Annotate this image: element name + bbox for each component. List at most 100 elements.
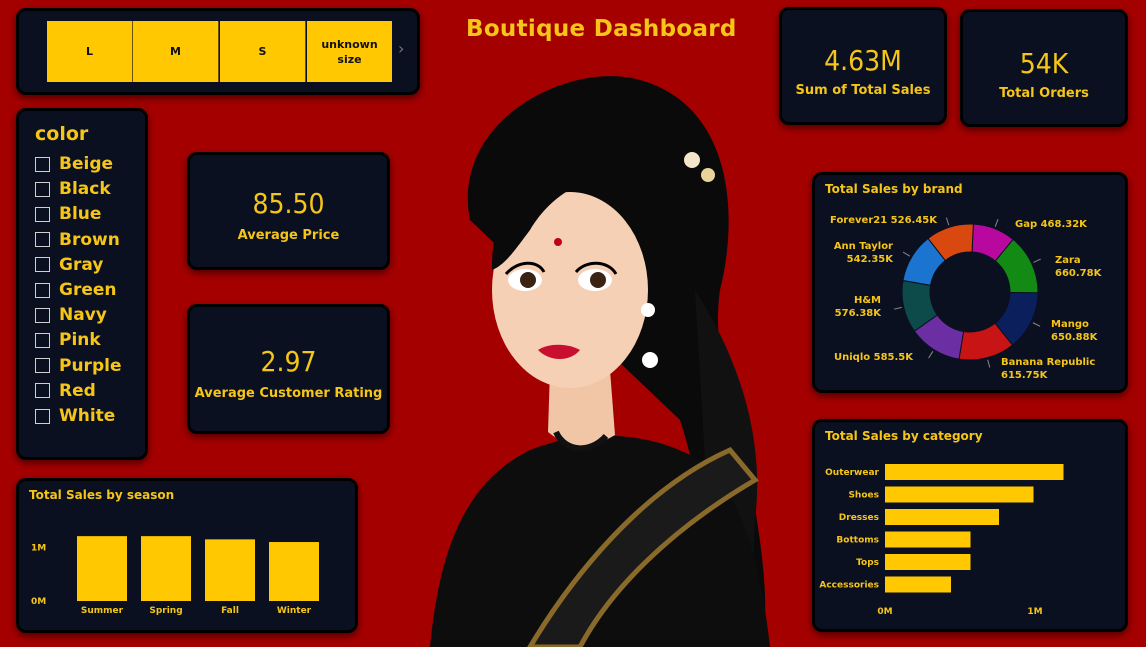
- color-option-label: Brown: [59, 229, 120, 250]
- kpi-label: Sum of Total Sales: [795, 83, 931, 98]
- checkbox-icon[interactable]: [35, 181, 50, 197]
- category-label: Tops: [856, 558, 879, 568]
- size-option-l[interactable]: L: [47, 21, 133, 82]
- category-label: Outerwear: [825, 468, 879, 478]
- y-tick-label: 1M: [31, 543, 46, 553]
- bar-summer[interactable]: [77, 536, 127, 601]
- donut-label: H&M 576.38K: [835, 295, 883, 319]
- color-slicer-heading: color: [35, 123, 89, 145]
- color-option-label: White: [59, 406, 116, 426]
- x-tick-label: 1M: [1027, 607, 1042, 617]
- chart-sales-by-category: Total Sales by category Outerwear Shoes Dr…: [812, 419, 1128, 632]
- donut-label: Zara 660.78K: [1055, 255, 1103, 279]
- kpi-total-orders: 54K Total Orders: [960, 9, 1128, 127]
- color-option-label: Gray: [59, 254, 104, 275]
- color-option-white[interactable]: White: [35, 405, 115, 427]
- donut-label: Mango 650.88K: [1051, 319, 1099, 343]
- chevron-right-icon[interactable]: ›: [398, 39, 404, 58]
- bar-tops[interactable]: [885, 554, 971, 570]
- donut-label: Banana Republic 615.75K: [1001, 357, 1095, 381]
- checkbox-icon[interactable]: [35, 358, 50, 374]
- donut-chart: Gap 468.32K Zara 660.78K Mango 650.88K Banana…: [830, 215, 1103, 381]
- kpi-average-rating: 2.97 Average Customer Rating: [187, 304, 390, 434]
- checkbox-icon[interactable]: [35, 383, 50, 399]
- leader-line: [902, 251, 911, 257]
- leader-line: [987, 359, 991, 368]
- color-option-navy[interactable]: Navy: [35, 304, 107, 326]
- bar-dresses[interactable]: [885, 509, 999, 525]
- leader-line: [1033, 258, 1041, 263]
- leader-line: [994, 219, 999, 227]
- category-label: Shoes: [848, 491, 879, 501]
- checkbox-icon[interactable]: [35, 307, 50, 323]
- bar-spring[interactable]: [141, 536, 191, 601]
- color-option-label: Pink: [59, 330, 101, 351]
- donut-label: Uniqlo 585.5K: [834, 352, 914, 363]
- color-option-gray[interactable]: Gray: [35, 254, 103, 276]
- checkbox-icon[interactable]: [35, 282, 50, 298]
- color-option-label: Blue: [59, 204, 102, 225]
- kpi-label: Total Orders: [999, 86, 1089, 101]
- leader-line: [1032, 322, 1041, 327]
- color-option-black[interactable]: Black: [35, 178, 111, 200]
- size-option-s[interactable]: S: [220, 21, 306, 82]
- color-option-label: Black: [59, 179, 111, 200]
- bar-fall[interactable]: [205, 539, 255, 601]
- kpi-average-price: 85.50 Average Price: [187, 152, 390, 270]
- kpi-value: 54K: [1019, 47, 1069, 80]
- donut-label: Ann Taylor 542.35K: [834, 241, 894, 265]
- kpi-value: 2.97: [260, 345, 317, 378]
- y-tick-label: 0M: [31, 597, 46, 607]
- dashboard-title: Boutique Dashboard: [466, 16, 737, 42]
- size-option-unknown[interactable]: unknown size: [307, 21, 392, 82]
- hbar-chart: Outerwear Shoes Dresses Bottoms Tops Accessor…: [819, 464, 1064, 617]
- donut-label: Forever21 526.45K: [830, 215, 938, 226]
- category-label: Dresses: [839, 513, 879, 523]
- checkbox-icon[interactable]: [35, 257, 50, 273]
- checkbox-icon[interactable]: [35, 156, 50, 172]
- color-option-label: Red: [59, 380, 96, 401]
- bar-outerwear[interactable]: [885, 464, 1064, 480]
- category-label: Accessories: [819, 581, 879, 591]
- color-slicer: color Beige Black Blue Brown Gray Green Navy Pi…: [16, 108, 148, 460]
- color-option-label: Beige: [59, 154, 114, 174]
- checkbox-icon[interactable]: [35, 332, 50, 348]
- color-option-label: Navy: [59, 305, 107, 326]
- donut-label: Gap 468.32K: [1015, 219, 1088, 230]
- color-option-beige[interactable]: Beige: [35, 153, 113, 175]
- size-slicer: L M S unknown size ›: [16, 8, 420, 95]
- color-option-purple[interactable]: Purple: [35, 355, 121, 377]
- color-option-label: Green: [59, 280, 117, 300]
- leader-line: [928, 351, 934, 359]
- color-option-brown[interactable]: Brown: [35, 229, 120, 251]
- color-option-red[interactable]: Red: [35, 380, 96, 402]
- vbar-chart: Summer Spring Fall Winter 1M 0M: [31, 536, 319, 616]
- chart-sales-by-brand: Total Sales by brand Gap 468.32K Zara 660.…: [812, 172, 1128, 393]
- leader-line: [945, 217, 950, 226]
- category-label: Bottoms: [836, 536, 879, 546]
- color-option-blue[interactable]: Blue: [35, 203, 101, 225]
- leader-line: [893, 306, 902, 310]
- checkbox-icon[interactable]: [35, 408, 50, 424]
- bar-bottoms[interactable]: [885, 531, 971, 548]
- size-option-m[interactable]: M: [133, 21, 219, 82]
- color-option-pink[interactable]: Pink: [35, 329, 101, 351]
- checkbox-icon[interactable]: [35, 206, 50, 222]
- bar-winter[interactable]: [269, 542, 319, 601]
- category-label: Spring: [149, 606, 182, 616]
- woman-portrait-illustration: [430, 76, 770, 647]
- category-label: Summer: [81, 606, 124, 616]
- kpi-label: Average Customer Rating: [194, 386, 383, 401]
- kpi-value: 85.50: [252, 187, 325, 220]
- kpi-value: 4.63M: [824, 44, 902, 77]
- color-option-label: Purple: [59, 355, 122, 376]
- bar-accessories[interactable]: [885, 576, 951, 593]
- x-tick-label: 0M: [877, 607, 892, 617]
- chart-sales-by-season: Total Sales by season Summer Spring Fall Wi…: [16, 478, 358, 633]
- color-option-green[interactable]: Green: [35, 279, 117, 301]
- kpi-total-sales: 4.63M Sum of Total Sales: [779, 7, 947, 125]
- checkbox-icon[interactable]: [35, 232, 50, 248]
- category-label: Winter: [277, 606, 312, 616]
- bar-shoes[interactable]: [885, 486, 1034, 503]
- kpi-label: Average Price: [237, 228, 340, 243]
